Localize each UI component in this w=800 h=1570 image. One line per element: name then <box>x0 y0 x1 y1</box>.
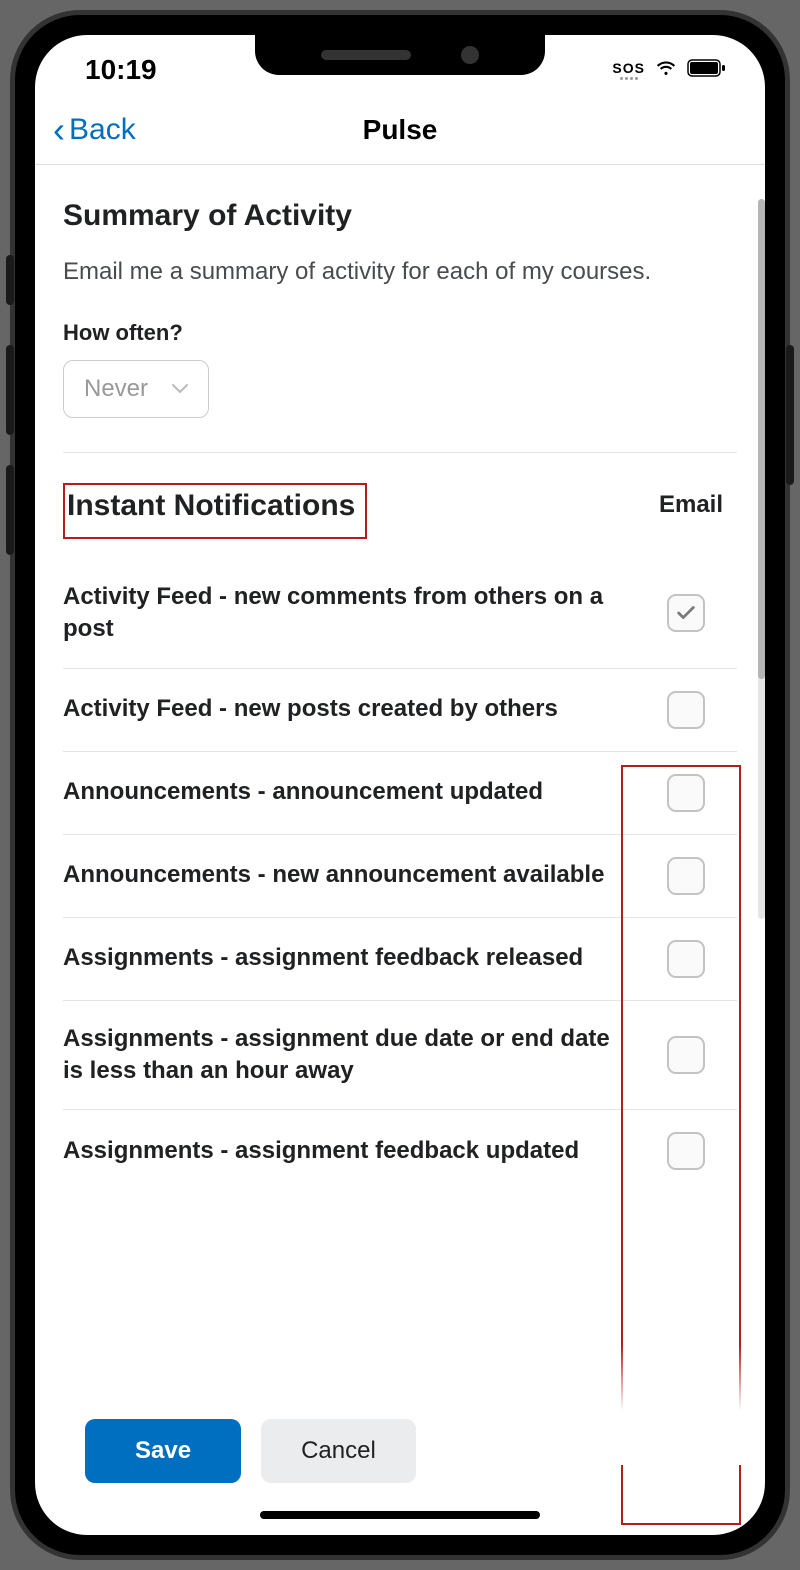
email-checkbox[interactable] <box>667 1132 705 1170</box>
battery-icon <box>687 58 727 83</box>
volume-down[interactable] <box>6 465 14 555</box>
frequency-value: Never <box>84 375 148 403</box>
notification-label: Assignments - assignment feedback update… <box>63 1135 647 1167</box>
notification-label: Assignments - assignment feedback releas… <box>63 942 647 974</box>
front-camera <box>461 46 479 64</box>
notification-list: Activity Feed - new comments from others… <box>63 559 737 1193</box>
notification-row: Activity Feed - new comments from others… <box>63 559 737 669</box>
scrollbar[interactable] <box>758 199 765 919</box>
email-checkbox[interactable] <box>667 774 705 812</box>
chevron-down-icon <box>172 378 188 399</box>
status-icons: SOS <box>612 55 727 86</box>
email-checkbox[interactable] <box>667 1036 705 1074</box>
notification-row: Announcements - new announcement availab… <box>63 835 737 918</box>
volume-up[interactable] <box>6 345 14 435</box>
cancel-button[interactable]: Cancel <box>261 1419 416 1483</box>
notch <box>255 35 545 75</box>
notification-row: Assignments - assignment due date or end… <box>63 1001 737 1111</box>
email-checkbox[interactable] <box>667 940 705 978</box>
save-button[interactable]: Save <box>85 1419 241 1483</box>
email-checkbox[interactable] <box>667 594 705 632</box>
notification-label: Activity Feed - new comments from others… <box>63 581 647 646</box>
clock: 10:19 <box>85 54 157 86</box>
notification-label: Activity Feed - new posts created by oth… <box>63 693 647 725</box>
side-buttons-left <box>6 255 14 585</box>
summary-description: Email me a summary of activity for each … <box>63 255 737 290</box>
nav-header: ‹ Back Pulse <box>35 95 765 165</box>
scrollbar-thumb[interactable] <box>758 199 765 679</box>
back-label: Back <box>69 113 136 147</box>
email-checkbox[interactable] <box>667 691 705 729</box>
button-bar: Save Cancel <box>35 1409 765 1493</box>
email-column-header: Email <box>645 483 737 527</box>
cellular-sos: SOS <box>612 60 645 80</box>
instant-title: Instant Notifications <box>63 483 645 539</box>
phone-frame: 10:19 SOS ‹ Back Pulse <box>10 10 790 1560</box>
chevron-left-icon: ‹ <box>53 112 65 148</box>
home-indicator[interactable] <box>260 1511 540 1519</box>
email-checkbox[interactable] <box>667 857 705 895</box>
frequency-select[interactable]: Never <box>63 360 209 418</box>
page-title: Pulse <box>363 114 438 146</box>
content-area: Summary of Activity Email me a summary o… <box>35 165 765 1342</box>
wifi-icon <box>653 55 679 86</box>
mute-switch[interactable] <box>6 255 14 305</box>
side-buttons-right <box>786 345 794 515</box>
screen: 10:19 SOS ‹ Back Pulse <box>35 35 765 1535</box>
instant-header-row: Instant Notifications Email <box>63 483 737 539</box>
notification-label: Assignments - assignment due date or end… <box>63 1023 647 1088</box>
back-button[interactable]: ‹ Back <box>35 112 136 148</box>
speaker-grille <box>321 50 411 60</box>
instant-title-highlight: Instant Notifications <box>63 483 367 539</box>
notification-label: Announcements - new announcement availab… <box>63 859 647 891</box>
summary-title: Summary of Activity <box>63 199 737 233</box>
power-button[interactable] <box>786 345 794 485</box>
notification-row: Announcements - announcement updated <box>63 752 737 835</box>
frequency-label: How often? <box>63 320 737 346</box>
notification-row: Activity Feed - new posts created by oth… <box>63 669 737 752</box>
divider <box>63 452 737 453</box>
notification-row: Assignments - assignment feedback releas… <box>63 918 737 1001</box>
notification-row: Assignments - assignment feedback update… <box>63 1110 737 1192</box>
notification-label: Announcements - announcement updated <box>63 776 647 808</box>
